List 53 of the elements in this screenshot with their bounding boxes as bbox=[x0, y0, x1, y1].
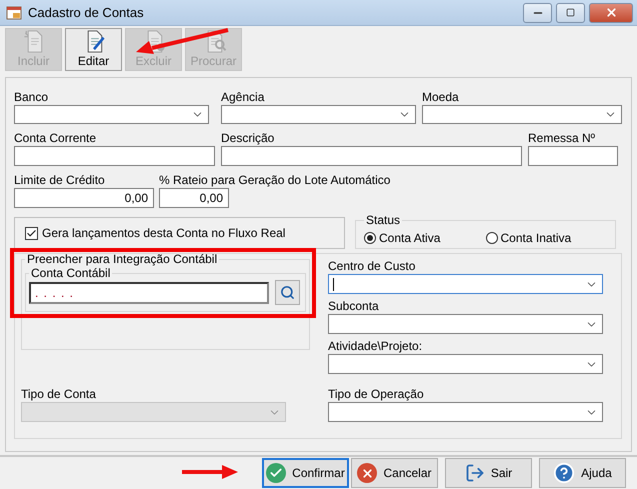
input-field[interactable]: 0,00 bbox=[159, 188, 229, 208]
field-label: Centro de Custo bbox=[328, 259, 416, 273]
maximize-button[interactable] bbox=[556, 2, 585, 22]
close-icon bbox=[357, 463, 378, 483]
radio-label: Conta Ativa bbox=[379, 230, 440, 244]
field-label: Moeda bbox=[422, 90, 459, 104]
field-label: Limite de Crédito bbox=[14, 173, 105, 187]
dropdown[interactable] bbox=[328, 402, 603, 422]
field-label: Agência bbox=[221, 90, 264, 104]
exit-icon bbox=[464, 463, 485, 483]
search-button[interactable] bbox=[275, 280, 300, 305]
group-title: Preencher para Integração Contábil bbox=[26, 252, 218, 266]
arrow-drawing bbox=[182, 465, 238, 479]
toolbar-button[interactable]: Editar bbox=[65, 28, 122, 71]
window-title: Cadastro de Contas bbox=[28, 5, 145, 20]
input-field[interactable]: . . . . . bbox=[29, 282, 269, 304]
dropdown[interactable] bbox=[328, 354, 603, 374]
maximize-icon bbox=[566, 8, 575, 17]
action-button[interactable]: Sair bbox=[445, 458, 532, 488]
input-field[interactable] bbox=[528, 146, 618, 166]
group-title: Status bbox=[365, 213, 402, 227]
field-label: Atividade\Projeto: bbox=[328, 339, 422, 353]
search-icon bbox=[280, 285, 295, 300]
dropdown[interactable] bbox=[328, 314, 603, 334]
help-icon bbox=[553, 462, 576, 484]
field-label: Remessa Nº bbox=[528, 131, 596, 145]
field-label: Subconta bbox=[328, 299, 379, 313]
close-icon bbox=[604, 6, 618, 19]
checkbox-label: Gera lançamentos desta Conta no Fluxo Real bbox=[42, 226, 286, 240]
input-field[interactable] bbox=[221, 146, 522, 166]
field-label: Conta Corrente bbox=[14, 131, 96, 145]
checkbox[interactable] bbox=[25, 226, 38, 240]
dropdown[interactable] bbox=[14, 105, 209, 124]
check-icon bbox=[266, 463, 286, 483]
field-label: Tipo de Operação bbox=[328, 387, 424, 401]
input-field[interactable] bbox=[14, 146, 215, 166]
dropdown[interactable] bbox=[221, 105, 416, 124]
field-label: Descrição bbox=[221, 131, 274, 145]
field-label: % Rateio para Geração do Lote Automático bbox=[159, 173, 390, 187]
field-label: Banco bbox=[14, 90, 48, 104]
action-button[interactable]: Cancelar bbox=[351, 458, 438, 488]
dropdown[interactable] bbox=[422, 105, 622, 124]
dropdown[interactable] bbox=[328, 274, 603, 294]
radio-button[interactable] bbox=[364, 232, 376, 244]
input-field[interactable]: 0,00 bbox=[14, 188, 154, 208]
field-label: Tipo de Conta bbox=[21, 387, 96, 401]
action-button[interactable]: Confirmar bbox=[262, 458, 349, 488]
action-button[interactable]: Ajuda bbox=[539, 458, 626, 488]
radio-button[interactable] bbox=[486, 232, 498, 244]
radio-label: Conta Inativa bbox=[500, 230, 572, 244]
group-title: Conta Contábil bbox=[30, 266, 112, 280]
app-icon bbox=[6, 4, 22, 20]
close-button[interactable] bbox=[589, 2, 633, 22]
